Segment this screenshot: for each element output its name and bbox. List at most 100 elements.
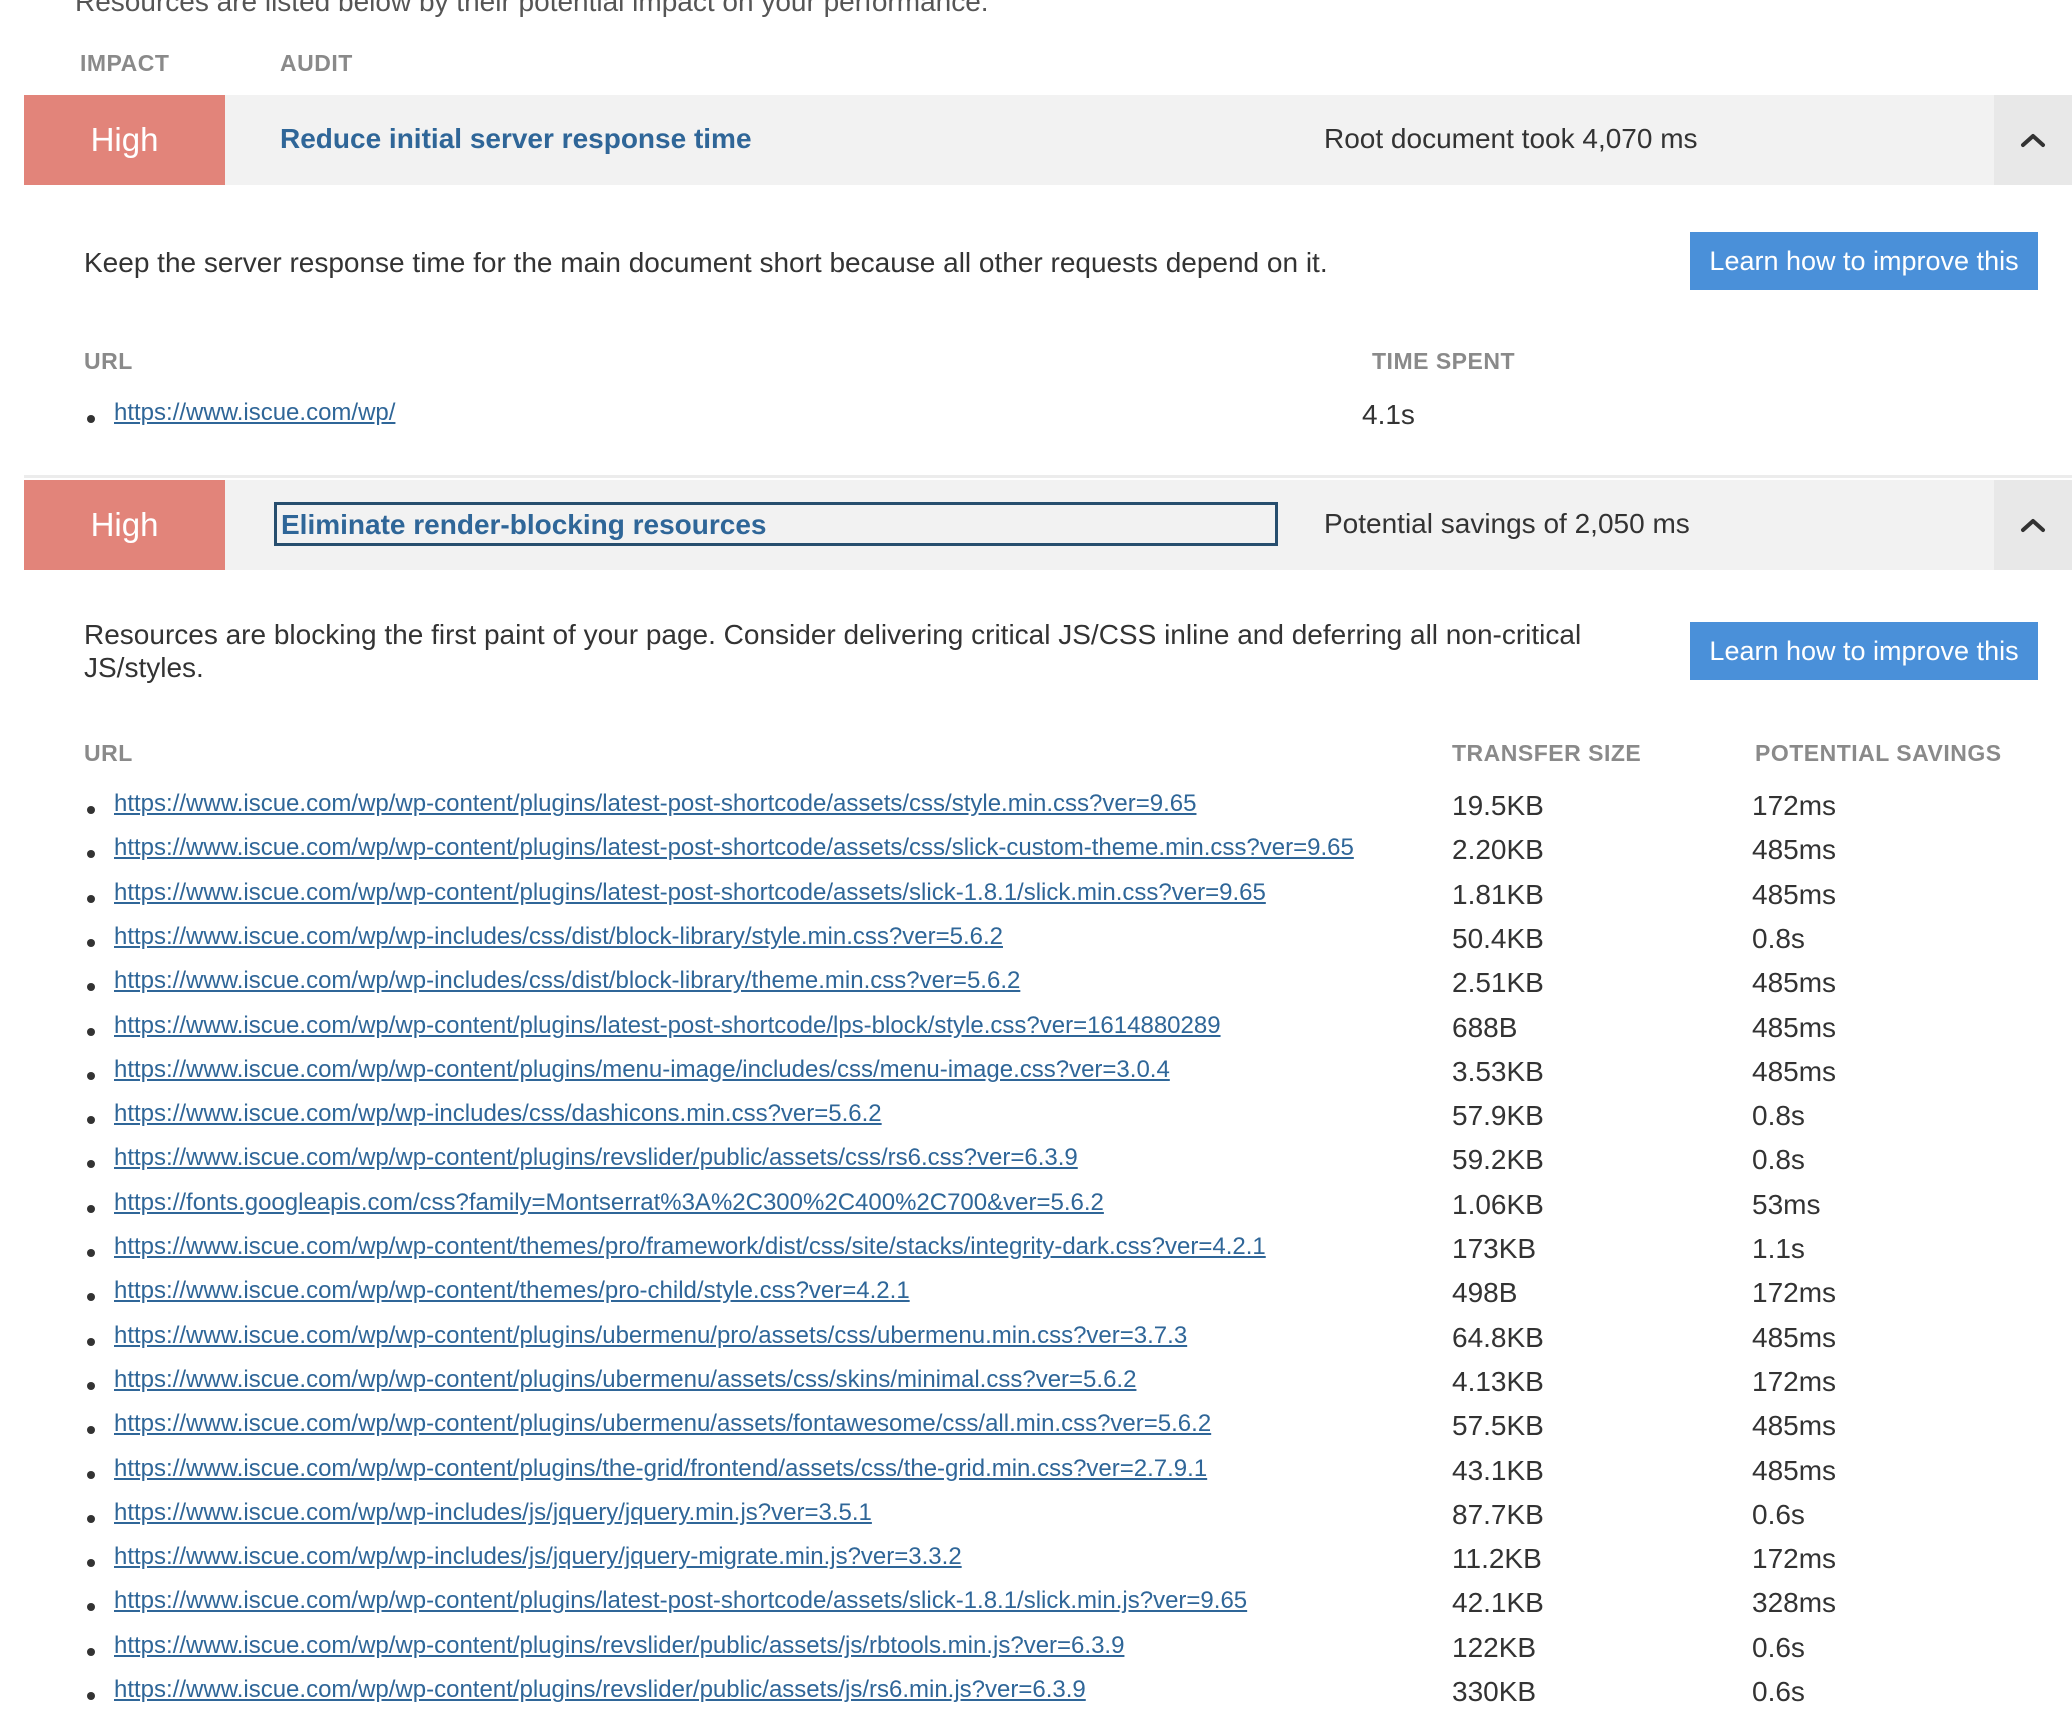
- transfer-size-value: 87.7KB: [1452, 1498, 1544, 1530]
- transfer-size-value: 330KB: [1452, 1676, 1537, 1707]
- table-row: https://www.iscue.com/wp/wp-content/plug…: [0, 1012, 2072, 1056]
- resource-url-link[interactable]: https://www.iscue.com/wp/wp-content/plug…: [114, 1322, 1187, 1350]
- resource-url-link[interactable]: https://www.iscue.com/wp/wp-includes/css…: [114, 1100, 882, 1128]
- bullet: [87, 1559, 95, 1568]
- table-row: https://www.iscue.com/wp/wp-content/plug…: [0, 1587, 2072, 1631]
- bullet: [87, 806, 95, 814]
- table-row: https://www.iscue.com/wp/wp-includes/css…: [0, 967, 2072, 1011]
- transfer-size-value: 59.2KB: [1452, 1144, 1544, 1176]
- bullet: [87, 1381, 95, 1390]
- bullet: [87, 1692, 95, 1700]
- resource-url-link[interactable]: https://www.iscue.com/wp/wp-content/plug…: [114, 790, 1196, 818]
- time-spent-column-header: TIME SPENT: [1372, 348, 1516, 374]
- bullet: [87, 415, 95, 423]
- bullet: [87, 1470, 95, 1479]
- transfer-size-value: 173KB: [1452, 1233, 1537, 1264]
- bullet: [87, 894, 95, 903]
- transfer-size-value: 3.53KB: [1452, 1055, 1544, 1087]
- bullet: [87, 1027, 95, 1036]
- transfer-size-value: 64.8KB: [1452, 1321, 1544, 1353]
- table-row: https://www.iscue.com/wp/ 4.1s: [0, 399, 2072, 443]
- potential-savings-value: 0.6s: [1752, 1498, 1805, 1530]
- audit-summary: Potential savings of 2,050 ms: [1324, 508, 1690, 539]
- bullet: [87, 850, 95, 859]
- potential-savings-value: 328ms: [1752, 1587, 1837, 1619]
- table-row: https://www.iscue.com/wp/wp-content/plug…: [0, 790, 2072, 834]
- transfer-size-value: 1.06KB: [1452, 1188, 1544, 1220]
- transfer-size-value: 42.1KB: [1452, 1587, 1544, 1619]
- resource-url-link[interactable]: https://www.iscue.com/wp/wp-content/plug…: [114, 1410, 1211, 1438]
- resource-url-link[interactable]: https://www.iscue.com/wp/wp-includes/css…: [114, 967, 1020, 995]
- resource-url-link[interactable]: https://www.iscue.com/wp/wp-content/plug…: [114, 1455, 1207, 1483]
- table-row: https://www.iscue.com/wp/wp-content/plug…: [0, 1410, 2072, 1454]
- audit-summary: Root document took 4,070 ms: [1324, 123, 1698, 154]
- bullet: [87, 1337, 95, 1346]
- bullet: [87, 1603, 95, 1612]
- audit-title[interactable]: Eliminate render-blocking resources: [274, 502, 1278, 546]
- audit-description: Keep the server response time for the ma…: [84, 247, 1328, 278]
- collapse-toggle[interactable]: [1994, 480, 2072, 570]
- potential-savings-value: 0.6s: [1752, 1631, 1805, 1663]
- potential-savings-value: 485ms: [1752, 1454, 1837, 1486]
- resource-url-link[interactable]: https://www.iscue.com/wp/: [114, 399, 395, 427]
- resource-url-link[interactable]: https://www.iscue.com/wp/wp-content/plug…: [114, 1056, 1170, 1084]
- transfer-size-value: 1.81KB: [1452, 878, 1544, 910]
- transfer-size-value: 498B: [1452, 1277, 1518, 1309]
- audit-row-render-blocking[interactable]: High Eliminate render-blocking resources…: [24, 480, 2072, 570]
- transfer-size-value: 19.5KB: [1452, 790, 1544, 821]
- collapse-toggle[interactable]: [1994, 95, 2072, 185]
- table-row: https://www.iscue.com/wp/wp-content/them…: [0, 1277, 2072, 1321]
- resource-url-link[interactable]: https://www.iscue.com/wp/wp-content/plug…: [114, 1012, 1221, 1040]
- table-row: https://www.iscue.com/wp/wp-content/plug…: [0, 834, 2072, 878]
- bullet: [87, 1249, 95, 1257]
- transfer-size-value: 688B: [1452, 1011, 1518, 1043]
- resource-url-link[interactable]: https://www.iscue.com/wp/wp-content/plug…: [114, 834, 1354, 862]
- resource-url-link[interactable]: https://www.iscue.com/wp/wp-content/plug…: [114, 1587, 1247, 1615]
- table-row: https://fonts.googleapis.com/css?family=…: [0, 1189, 2072, 1233]
- resource-url-link[interactable]: https://www.iscue.com/wp/wp-content/plug…: [114, 1144, 1078, 1172]
- learn-more-button[interactable]: Learn how to improve this: [1690, 232, 2038, 290]
- resource-url-link[interactable]: https://www.iscue.com/wp/wp-content/plug…: [114, 879, 1266, 907]
- potential-savings-value: 485ms: [1752, 878, 1837, 910]
- potential-savings-column-header: POTENTIAL SAVINGS: [1755, 740, 2002, 766]
- bullet: [87, 1426, 95, 1435]
- resource-url-link[interactable]: https://www.iscue.com/wp/wp-content/plug…: [114, 1632, 1124, 1660]
- impact-badge: High: [24, 480, 225, 570]
- learn-more-button[interactable]: Learn how to improve this: [1690, 622, 2038, 680]
- table-row: https://www.iscue.com/wp/wp-content/plug…: [0, 879, 2072, 923]
- potential-savings-value: 485ms: [1752, 1321, 1837, 1353]
- audit-title[interactable]: Reduce initial server response time: [280, 123, 752, 155]
- url-column-header: URL: [84, 348, 133, 374]
- potential-savings-value: 485ms: [1752, 967, 1837, 999]
- potential-savings-value: 0.8s: [1752, 1144, 1805, 1176]
- table-row: https://www.iscue.com/wp/wp-includes/js/…: [0, 1543, 2072, 1587]
- table-row: https://www.iscue.com/wp/wp-content/plug…: [0, 1056, 2072, 1100]
- resource-url-link[interactable]: https://www.iscue.com/wp/wp-includes/js/…: [114, 1499, 872, 1527]
- resource-url-link[interactable]: https://www.iscue.com/wp/wp-content/plug…: [114, 1676, 1086, 1704]
- potential-savings-value: 485ms: [1752, 834, 1837, 866]
- resource-url-link[interactable]: https://fonts.googleapis.com/css?family=…: [114, 1189, 1104, 1217]
- potential-savings-value: 172ms: [1752, 1543, 1837, 1575]
- transfer-size-value: 11.2KB: [1452, 1543, 1542, 1575]
- transfer-size-value: 57.5KB: [1452, 1410, 1544, 1442]
- resource-url-link[interactable]: https://www.iscue.com/wp/wp-includes/js/…: [114, 1543, 962, 1571]
- potential-savings-value: 485ms: [1752, 1011, 1837, 1043]
- audit-row-server-response[interactable]: High Reduce initial server response time…: [24, 95, 2072, 185]
- table-row: https://www.iscue.com/wp/wp-content/plug…: [0, 1455, 2072, 1499]
- potential-savings-value: 0.8s: [1752, 922, 1805, 954]
- table-row: https://www.iscue.com/wp/wp-content/plug…: [0, 1144, 2072, 1188]
- resource-url-link[interactable]: https://www.iscue.com/wp/wp-includes/css…: [114, 923, 1003, 951]
- bullet: [87, 1160, 95, 1169]
- table-row: https://www.iscue.com/wp/wp-content/plug…: [0, 1632, 2072, 1676]
- audit-column-header: AUDIT: [280, 50, 353, 76]
- transfer-size-value: 2.20KB: [1452, 834, 1544, 866]
- bullet: [87, 1204, 95, 1213]
- resource-url-link[interactable]: https://www.iscue.com/wp/wp-content/them…: [114, 1277, 910, 1305]
- potential-savings-value: 53ms: [1752, 1188, 1821, 1220]
- chevron-up-icon: [2021, 134, 2045, 147]
- resource-url-link[interactable]: https://www.iscue.com/wp/wp-content/them…: [114, 1233, 1266, 1261]
- resource-url-link[interactable]: https://www.iscue.com/wp/wp-content/plug…: [114, 1366, 1136, 1394]
- bullet: [87, 1514, 95, 1523]
- transfer-size-value: 122KB: [1452, 1631, 1537, 1663]
- impact-badge: High: [24, 95, 225, 185]
